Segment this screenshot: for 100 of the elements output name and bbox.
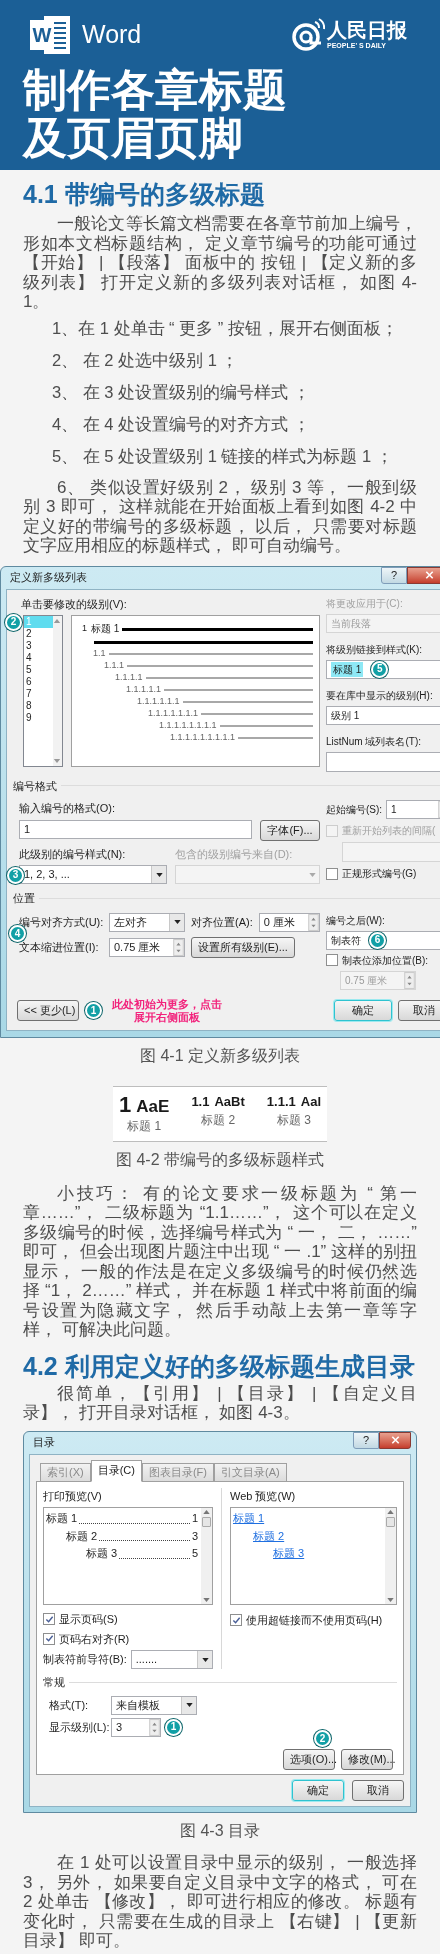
app-name: Word bbox=[82, 19, 142, 51]
paragraph: 很简单，【引用】 | 【目录】 | 【自定义目录】， 打开目录对话框， 如图 4-3。 bbox=[22, 1383, 418, 1423]
dialog-title: 目录 bbox=[33, 1435, 55, 1451]
style-name: 标题 3 bbox=[276, 1111, 311, 1129]
field-label: 包含的级别编号来自(D): bbox=[175, 846, 293, 862]
field-label: 编号之后(W): bbox=[326, 913, 386, 928]
paragraph: 6、 类似设置好级别 2， 级别 3 等， 一般到级别 3 即可， 这样就能在开始面板上看到如图 4-2 中定义好的带编号的多级标题， 以后， 只需要对标题文字应用相应的标题样式， 即可自动编号。 bbox=[22, 477, 418, 556]
level-number: 1.1.1 bbox=[104, 659, 125, 673]
level-number: 1.1.1.1.1.1 bbox=[137, 695, 180, 709]
field-label: 将级别链接到样式(K): bbox=[326, 642, 424, 657]
scroll-up-icon[interactable] bbox=[53, 619, 61, 623]
checkbox[interactable] bbox=[230, 1614, 242, 1627]
checkbox-label: 显示页码(S) bbox=[59, 1612, 118, 1627]
step-text: 2、 在 2 处选中级别 1 ； bbox=[51, 349, 240, 371]
section-label: 位置 bbox=[13, 891, 35, 906]
field-label: 起始编号(S): bbox=[326, 803, 383, 817]
level-item[interactable]: 8 bbox=[24, 700, 53, 712]
dropdown[interactable]: 左对齐 bbox=[109, 912, 185, 932]
level-item[interactable]: 3 bbox=[24, 640, 53, 652]
checkbox[interactable] bbox=[326, 954, 338, 966]
text-field[interactable]: 级别 1 bbox=[326, 705, 440, 725]
dialog-button[interactable]: << 更少(L) bbox=[17, 1000, 79, 1021]
field-label: 对齐位置(A): bbox=[191, 914, 253, 930]
section-label: 编号格式 bbox=[13, 778, 57, 794]
close-button[interactable] bbox=[407, 566, 440, 584]
level-item[interactable]: 9 bbox=[24, 712, 53, 724]
toc-entry: 标题 1 bbox=[46, 1511, 78, 1526]
dialog-button[interactable]: 确定 bbox=[334, 1000, 392, 1021]
spinner-icon bbox=[308, 913, 319, 931]
step-text: 4、 在 4 处设置编号的对齐方式 ； bbox=[51, 413, 311, 435]
dropdown[interactable]: ....... bbox=[130, 1650, 213, 1669]
scrollbar[interactable] bbox=[53, 616, 62, 766]
dialog-button[interactable]: 取消 bbox=[352, 1780, 404, 1801]
scrollbar[interactable] bbox=[385, 1508, 396, 1604]
tab[interactable]: 目录(C) bbox=[90, 1459, 142, 1482]
spin-field[interactable]: 0.75 厘米 bbox=[109, 937, 185, 957]
text-field[interactable]: 标题 1 5 bbox=[326, 659, 440, 679]
style-sample: AaE bbox=[136, 1096, 170, 1117]
help-button[interactable]: ? bbox=[381, 566, 407, 584]
spin-field[interactable]: 3 bbox=[111, 1717, 161, 1737]
checkbox[interactable] bbox=[43, 1613, 55, 1626]
scroll-down-icon[interactable] bbox=[53, 759, 61, 763]
scroll-down-icon[interactable] bbox=[203, 1598, 210, 1602]
word-logo: W bbox=[30, 14, 72, 56]
level-number: 1.1.1.1.1.1.1.1.1 bbox=[170, 731, 236, 745]
help-button[interactable]: ? bbox=[353, 1431, 379, 1449]
close-button[interactable] bbox=[379, 1431, 411, 1449]
toc-link[interactable]: 标题 2 bbox=[253, 1529, 285, 1542]
number-badge: 2 bbox=[5, 613, 22, 631]
dialog-button[interactable]: 确定 bbox=[292, 1780, 344, 1801]
figure-caption: 图 4-3 目录 bbox=[179, 1821, 261, 1841]
field-label: ListNum 域列表名(T): bbox=[326, 734, 422, 749]
section-heading: 4.1 带编号的多级标题 bbox=[22, 179, 266, 210]
text-field[interactable]: 1 bbox=[19, 819, 252, 839]
toc-link[interactable]: 标题 3 bbox=[273, 1547, 305, 1559]
toc-link[interactable]: 标题 1 bbox=[233, 1512, 265, 1524]
step-text: 5、 在 5 处设置级别 1 链接的样式为标题 1 ； bbox=[51, 445, 394, 467]
dropdown[interactable]: 来自模板 bbox=[111, 1695, 197, 1715]
text-field[interactable] bbox=[342, 842, 440, 862]
style-name: 标题 1 bbox=[127, 1117, 162, 1135]
page-number: 1 bbox=[191, 1511, 198, 1526]
level-number: 1.1.1.1.1.1.1.1 bbox=[159, 719, 217, 733]
close-icon bbox=[424, 571, 434, 579]
level-item[interactable]: 4 bbox=[24, 652, 53, 664]
field-label: 将更改应用于(C): bbox=[326, 596, 404, 611]
section-heading: 4.2 利用定义好的多级标题生成目录 bbox=[22, 1350, 416, 1382]
checkbox[interactable] bbox=[43, 1632, 55, 1645]
level-list[interactable]: 1 2 3 4 5 6 7 8 9 bbox=[23, 615, 63, 767]
level-number: 1.1.1.1.1.1.1 bbox=[148, 707, 199, 721]
scroll-down-icon[interactable] bbox=[387, 1598, 394, 1602]
number-badge: 5 bbox=[371, 660, 389, 678]
heading-number: 1.1 bbox=[191, 1092, 210, 1111]
level-number: 1 bbox=[82, 622, 87, 636]
paragraph: 一般论文等长篇文档需要在各章节前加上编号，形如本文档标题结构， 定义章节编号的功能可通过【开始】 | 【段落】 面板中的 按钮 | 【定义新的多级列表】 打开定义新的多级列表对话框， 如图 4-1。 bbox=[22, 214, 418, 312]
step-text: 1、在 1 处单击 “ 更多 ” 按钮，展开右侧面板； bbox=[51, 317, 399, 339]
dialog-button[interactable]: 设置所有级别(E)... bbox=[191, 936, 295, 958]
brand-name: 人民日报 bbox=[327, 18, 407, 41]
scroll-up-icon[interactable] bbox=[387, 1510, 394, 1514]
scrollbar[interactable] bbox=[201, 1508, 212, 1604]
level-item[interactable]: 2 bbox=[24, 628, 53, 640]
text-field[interactable]: 制表符 6 bbox=[326, 930, 440, 950]
level-item[interactable]: 7 bbox=[24, 688, 53, 700]
scroll-up-icon[interactable] bbox=[203, 1510, 210, 1514]
dialog-button[interactable]: 字体(F)... bbox=[260, 819, 320, 841]
scroll-thumb[interactable] bbox=[202, 1517, 211, 1527]
spin-field[interactable]: 1 bbox=[386, 800, 440, 819]
spin-field[interactable]: 0 厘米 bbox=[258, 912, 320, 932]
spinner-icon bbox=[404, 971, 415, 989]
field-label: 单击要修改的级别(V): bbox=[20, 596, 128, 612]
toc-entry: 标题 2 bbox=[66, 1528, 98, 1544]
text-field[interactable] bbox=[326, 751, 440, 772]
dialog-button[interactable]: 取消 bbox=[398, 1000, 440, 1021]
level-item[interactable]: 5 bbox=[24, 664, 53, 676]
level-item[interactable]: 6 bbox=[24, 676, 53, 688]
dropdown[interactable]: 1, 2, 3, ... bbox=[19, 865, 167, 884]
checkbox[interactable] bbox=[326, 867, 338, 880]
scroll-thumb[interactable] bbox=[386, 1517, 395, 1527]
checkbox-label: 页码右对齐(R) bbox=[59, 1631, 130, 1647]
paragraph: 在 1 处可以设置目录中显示的级别， 一般选择 3， 另外， 如果要自定义目录中文字的格式， 可在 2 处单击 【修改】， 即可进行相应的修改。 标题有变化时， 只需要在生成的目录上 【右键】 | 【更新目录】 即可。 bbox=[22, 1853, 418, 1951]
page-title: 制作各章标题 及页眉页脚 bbox=[23, 66, 288, 162]
